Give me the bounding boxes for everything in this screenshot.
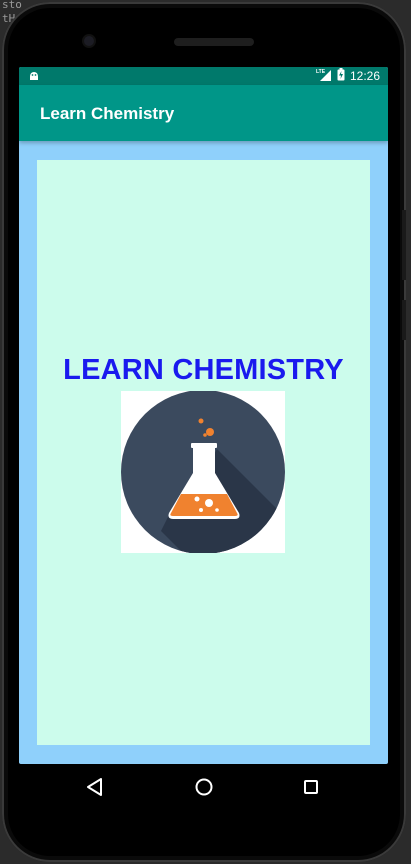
home-icon[interactable]	[191, 774, 217, 800]
front-camera	[84, 36, 94, 46]
svg-text:LTE: LTE	[316, 69, 326, 75]
status-time: 12:26	[349, 69, 380, 83]
app-title: Learn Chemistry	[40, 104, 175, 123]
power-button[interactable]	[402, 300, 406, 340]
device-screen: LTE 12:26 Learn Chemistry LEARN CHEMISTR…	[19, 67, 388, 764]
editor-text: sto	[2, 0, 22, 11]
main-content-panel: LEARN CHEMISTRY	[37, 160, 370, 745]
status-bar: LTE 12:26	[19, 67, 388, 85]
chemistry-flask-icon	[121, 390, 285, 554]
lte-signal-icon: LTE	[316, 68, 332, 84]
app-bar: Learn Chemistry	[19, 85, 388, 141]
headline-text: LEARN CHEMISTRY	[63, 354, 344, 386]
back-icon[interactable]	[83, 774, 109, 800]
android-debug-icon	[28, 69, 42, 83]
earpiece-speaker	[174, 38, 254, 46]
recents-icon[interactable]	[298, 774, 324, 800]
volume-button[interactable]	[402, 210, 406, 280]
navigation-bar	[19, 764, 388, 810]
battery-charging-icon	[337, 68, 345, 84]
